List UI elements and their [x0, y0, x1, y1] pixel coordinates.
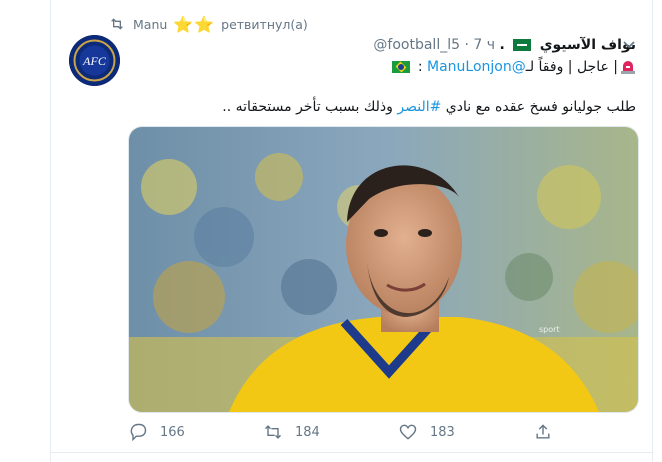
avatar[interactable]: AFC [69, 35, 120, 86]
hashtag-link[interactable]: #النصر [397, 99, 441, 115]
avatar-text: AFC [82, 54, 107, 68]
mention-link[interactable]: @ManuLonjon [427, 59, 526, 75]
svg-text:sport: sport [539, 325, 560, 334]
tweet-time[interactable]: 7 ч [473, 37, 495, 53]
retweeter-name[interactable]: Manu [133, 17, 167, 32]
retweet-context: Manu ⭐⭐ ретвитнул(а) [109, 14, 308, 34]
afc-logo-icon: AFC [69, 35, 120, 86]
tweet-divider [51, 452, 652, 453]
user-handle[interactable]: @football_l5 [373, 37, 460, 53]
retweet-button[interactable]: 184 [263, 420, 320, 444]
tweet-text-line1: | عاجل | وفقاً لـ@ManuLonjon : [131, 56, 636, 78]
retweet-icon [264, 425, 282, 439]
tweet-card[interactable]: Manu ⭐⭐ ретвитнул(а) AFC نواف الآسيوي . … [51, 0, 652, 462]
like-button[interactable]: 183 [398, 420, 455, 444]
reply-button[interactable]: 166 [128, 420, 185, 444]
caret-down-icon[interactable] [621, 38, 637, 52]
siren-icon [621, 61, 635, 74]
retweet-icon [111, 18, 123, 30]
share-icon [536, 424, 550, 439]
tweet-actions: 166 184 183 [128, 420, 637, 444]
retweet-count: 184 [295, 424, 320, 440]
tweet-text-suffix: : [417, 59, 427, 75]
right-gutter [652, 0, 662, 462]
like-count: 183 [430, 424, 455, 440]
name-trailing-dot: . [499, 37, 505, 53]
reply-icon [130, 423, 147, 442]
star-icon: ⭐⭐ [173, 14, 216, 34]
left-gutter [0, 0, 51, 462]
retweet-label: ретвитнул(а) [221, 16, 308, 32]
share-button[interactable] [533, 420, 565, 444]
tweet-media-photo[interactable]: sport [128, 126, 639, 413]
tweet-text-prefix: | عاجل | وفقاً لـ [525, 59, 618, 75]
tweet-text-before-hashtag: طلب جوليانو فسخ عقده مع نادي [441, 99, 636, 115]
tweet-text-line2: طلب جوليانو فسخ عقده مع نادي #النصر وذلك… [131, 96, 636, 118]
saudi-flag-icon [513, 39, 532, 51]
tweet-text-after-hashtag: وذلك بسبب تأخر مستحقاته .. [222, 99, 398, 115]
player-photo: sport [129, 127, 638, 412]
reply-count: 166 [160, 424, 185, 440]
brazil-flag-icon [392, 61, 411, 73]
like-icon [399, 424, 417, 440]
meta-separator: · [464, 37, 469, 53]
